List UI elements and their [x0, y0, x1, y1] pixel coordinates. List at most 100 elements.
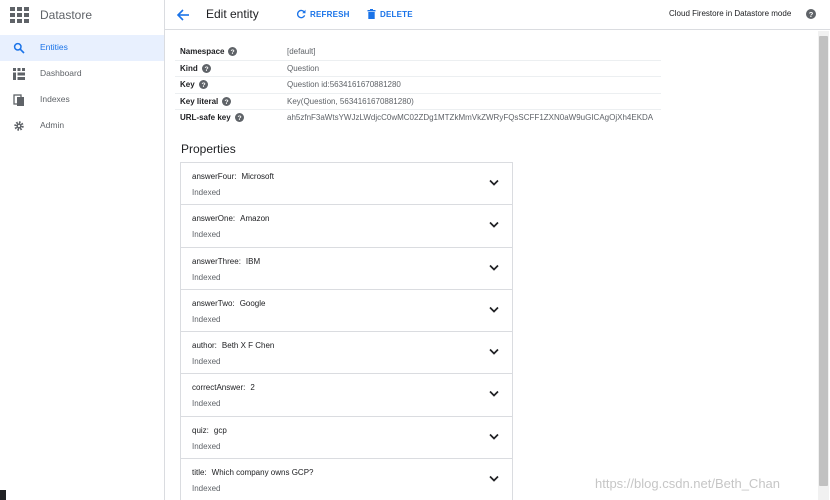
indexes-icon: [13, 94, 24, 106]
entity-key-label: Key ?: [180, 80, 208, 90]
entity-row-kind: Kind ? Question: [175, 60, 661, 76]
indexed-status: Indexed: [192, 484, 221, 494]
svg-text:?: ?: [231, 49, 235, 56]
property-name: answerThree: IBM: [192, 257, 260, 266]
indexed-status: Indexed: [192, 357, 221, 367]
property-key: author:: [192, 341, 217, 351]
chevron-down-icon[interactable]: [488, 432, 500, 442]
property-row[interactable]: author: Beth X F Chen Indexed: [181, 332, 512, 375]
property-key: answerFour:: [192, 172, 237, 181]
property-value: IBM: [245, 256, 261, 266]
delete-label: DELETE: [380, 9, 413, 19]
delete-button[interactable]: DELETE: [367, 9, 413, 19]
entity-key-label: URL-safe key ?: [180, 112, 244, 122]
chevron-down-icon[interactable]: [488, 389, 500, 399]
indexed-status: Indexed: [192, 314, 221, 324]
sidebar-item-label: Indexes: [40, 94, 70, 104]
entity-value: [default]: [287, 47, 316, 56]
indexed-status: Indexed: [192, 272, 221, 282]
entity-value: ah5zfnF3aWtsYWJzLWdjcC0wMC02ZDg1MTZkMmVk…: [287, 112, 654, 122]
property-name: correctAnswer: 2: [192, 383, 255, 392]
property-row[interactable]: answerThree: IBM Indexed: [181, 248, 512, 290]
app-title: Datastore: [40, 8, 93, 22]
property-row[interactable]: quiz: gcp Indexed: [181, 417, 512, 460]
back-arrow-icon[interactable]: [175, 7, 191, 23]
property-row[interactable]: answerFour: Microsoft Indexed: [181, 163, 512, 206]
property-name: answerFour: Microsoft: [192, 172, 274, 181]
help-icon[interactable]: ?: [806, 9, 816, 19]
search-icon: [13, 42, 25, 54]
property-name: answerTwo: Google: [192, 299, 265, 308]
indexed-status: Indexed: [192, 188, 221, 197]
chevron-down-icon[interactable]: [488, 474, 500, 484]
property-value: Which company owns GCP?: [211, 468, 314, 478]
top-bar: Edit entity REFRESH DELETE Cloud Firesto…: [165, 0, 830, 30]
main-content: Namespace ? [default] Kind ? Question Ke…: [165, 31, 820, 500]
entity-key-label: Key literal ?: [180, 96, 232, 106]
help-icon[interactable]: ?: [222, 96, 232, 106]
property-key: answerOne:: [192, 214, 236, 224]
property-value: Amazon: [240, 214, 270, 224]
sidebar-item-label: Admin: [40, 120, 65, 130]
scrollbar-thumb[interactable]: [819, 36, 828, 486]
property-value: Beth X F Chen: [221, 341, 275, 351]
help-icon[interactable]: ?: [228, 47, 238, 56]
chevron-down-icon[interactable]: [488, 220, 500, 230]
page-title: Edit entity: [206, 7, 259, 21]
trash-icon: [367, 9, 376, 19]
brand: Datastore: [0, 0, 165, 30]
svg-text:?: ?: [201, 83, 205, 90]
entity-key-text: Namespace: [180, 47, 225, 56]
indexed-status: Indexed: [192, 399, 221, 409]
help-icon[interactable]: ?: [234, 112, 244, 122]
chevron-down-icon[interactable]: [488, 178, 500, 188]
property-row[interactable]: title: Which company owns GCP? Indexed: [181, 459, 512, 500]
property-name: answerOne: Amazon: [192, 214, 270, 223]
sidebar-item-indexes[interactable]: Indexes: [0, 87, 164, 113]
refresh-button[interactable]: REFRESH: [296, 9, 350, 19]
corner-mark: [0, 490, 6, 500]
dashboard-icon: [13, 68, 25, 80]
sidebar-item-label: Dashboard: [40, 68, 82, 78]
svg-text:?: ?: [225, 99, 229, 106]
entity-row-key-literal: Key literal ? Key(Question, 563416167088…: [175, 92, 661, 109]
indexed-status: Indexed: [192, 230, 221, 240]
sidebar-item-entities[interactable]: Entities: [0, 35, 164, 61]
property-key: answerThree:: [192, 256, 241, 266]
chevron-down-icon[interactable]: [488, 347, 500, 357]
property-row[interactable]: correctAnswer: 2 Indexed: [181, 374, 512, 417]
sidebar-item-dashboard[interactable]: Dashboard: [0, 61, 164, 87]
chevron-down-icon[interactable]: [488, 263, 500, 273]
property-row[interactable]: answerOne: Amazon Indexed: [181, 205, 512, 248]
property-name: title: Which company owns GCP?: [192, 468, 314, 477]
property-key: title:: [192, 468, 207, 478]
help-icon[interactable]: ?: [198, 80, 208, 90]
entity-key-text: Key literal: [180, 96, 219, 106]
sidebar-item-admin[interactable]: Admin: [0, 113, 164, 139]
refresh-label: REFRESH: [310, 9, 350, 19]
sidebar-item-label: Entities: [40, 42, 68, 52]
property-row[interactable]: answerTwo: Google Indexed: [181, 290, 512, 333]
entity-row-key: Key ? Question id:5634161670881280: [175, 76, 661, 92]
svg-text:?: ?: [809, 10, 814, 19]
vertical-scrollbar[interactable]: [818, 31, 829, 500]
entity-key-text: Kind: [180, 64, 198, 74]
watermark: https://blog.csdn.net/Beth_Chan: [595, 476, 781, 491]
gear-icon: [14, 121, 24, 131]
chevron-down-icon[interactable]: [488, 305, 500, 315]
app-window: Datastore Entities Dashboard Indexes Adm…: [0, 0, 830, 500]
sidebar: Datastore Entities Dashboard Indexes Adm…: [0, 0, 165, 500]
entity-value: Question id:5634161670881280: [287, 80, 401, 90]
refresh-icon: [296, 9, 306, 19]
database-mode-label: Cloud Firestore in Datastore mode: [669, 9, 792, 18]
entity-key-label: Namespace ?: [180, 47, 238, 56]
entity-key-label: Kind ?: [180, 64, 211, 74]
svg-text:?: ?: [237, 115, 241, 122]
property-key: quiz:: [192, 425, 209, 435]
indexed-status: Indexed: [192, 441, 221, 451]
property-value: Microsoft: [241, 172, 274, 181]
property-value: gcp: [213, 425, 227, 435]
property-key: answerTwo:: [192, 298, 235, 308]
properties-list: answerFour: Microsoft Indexed answerOne: A…: [180, 162, 513, 500]
help-icon[interactable]: ?: [201, 64, 211, 74]
